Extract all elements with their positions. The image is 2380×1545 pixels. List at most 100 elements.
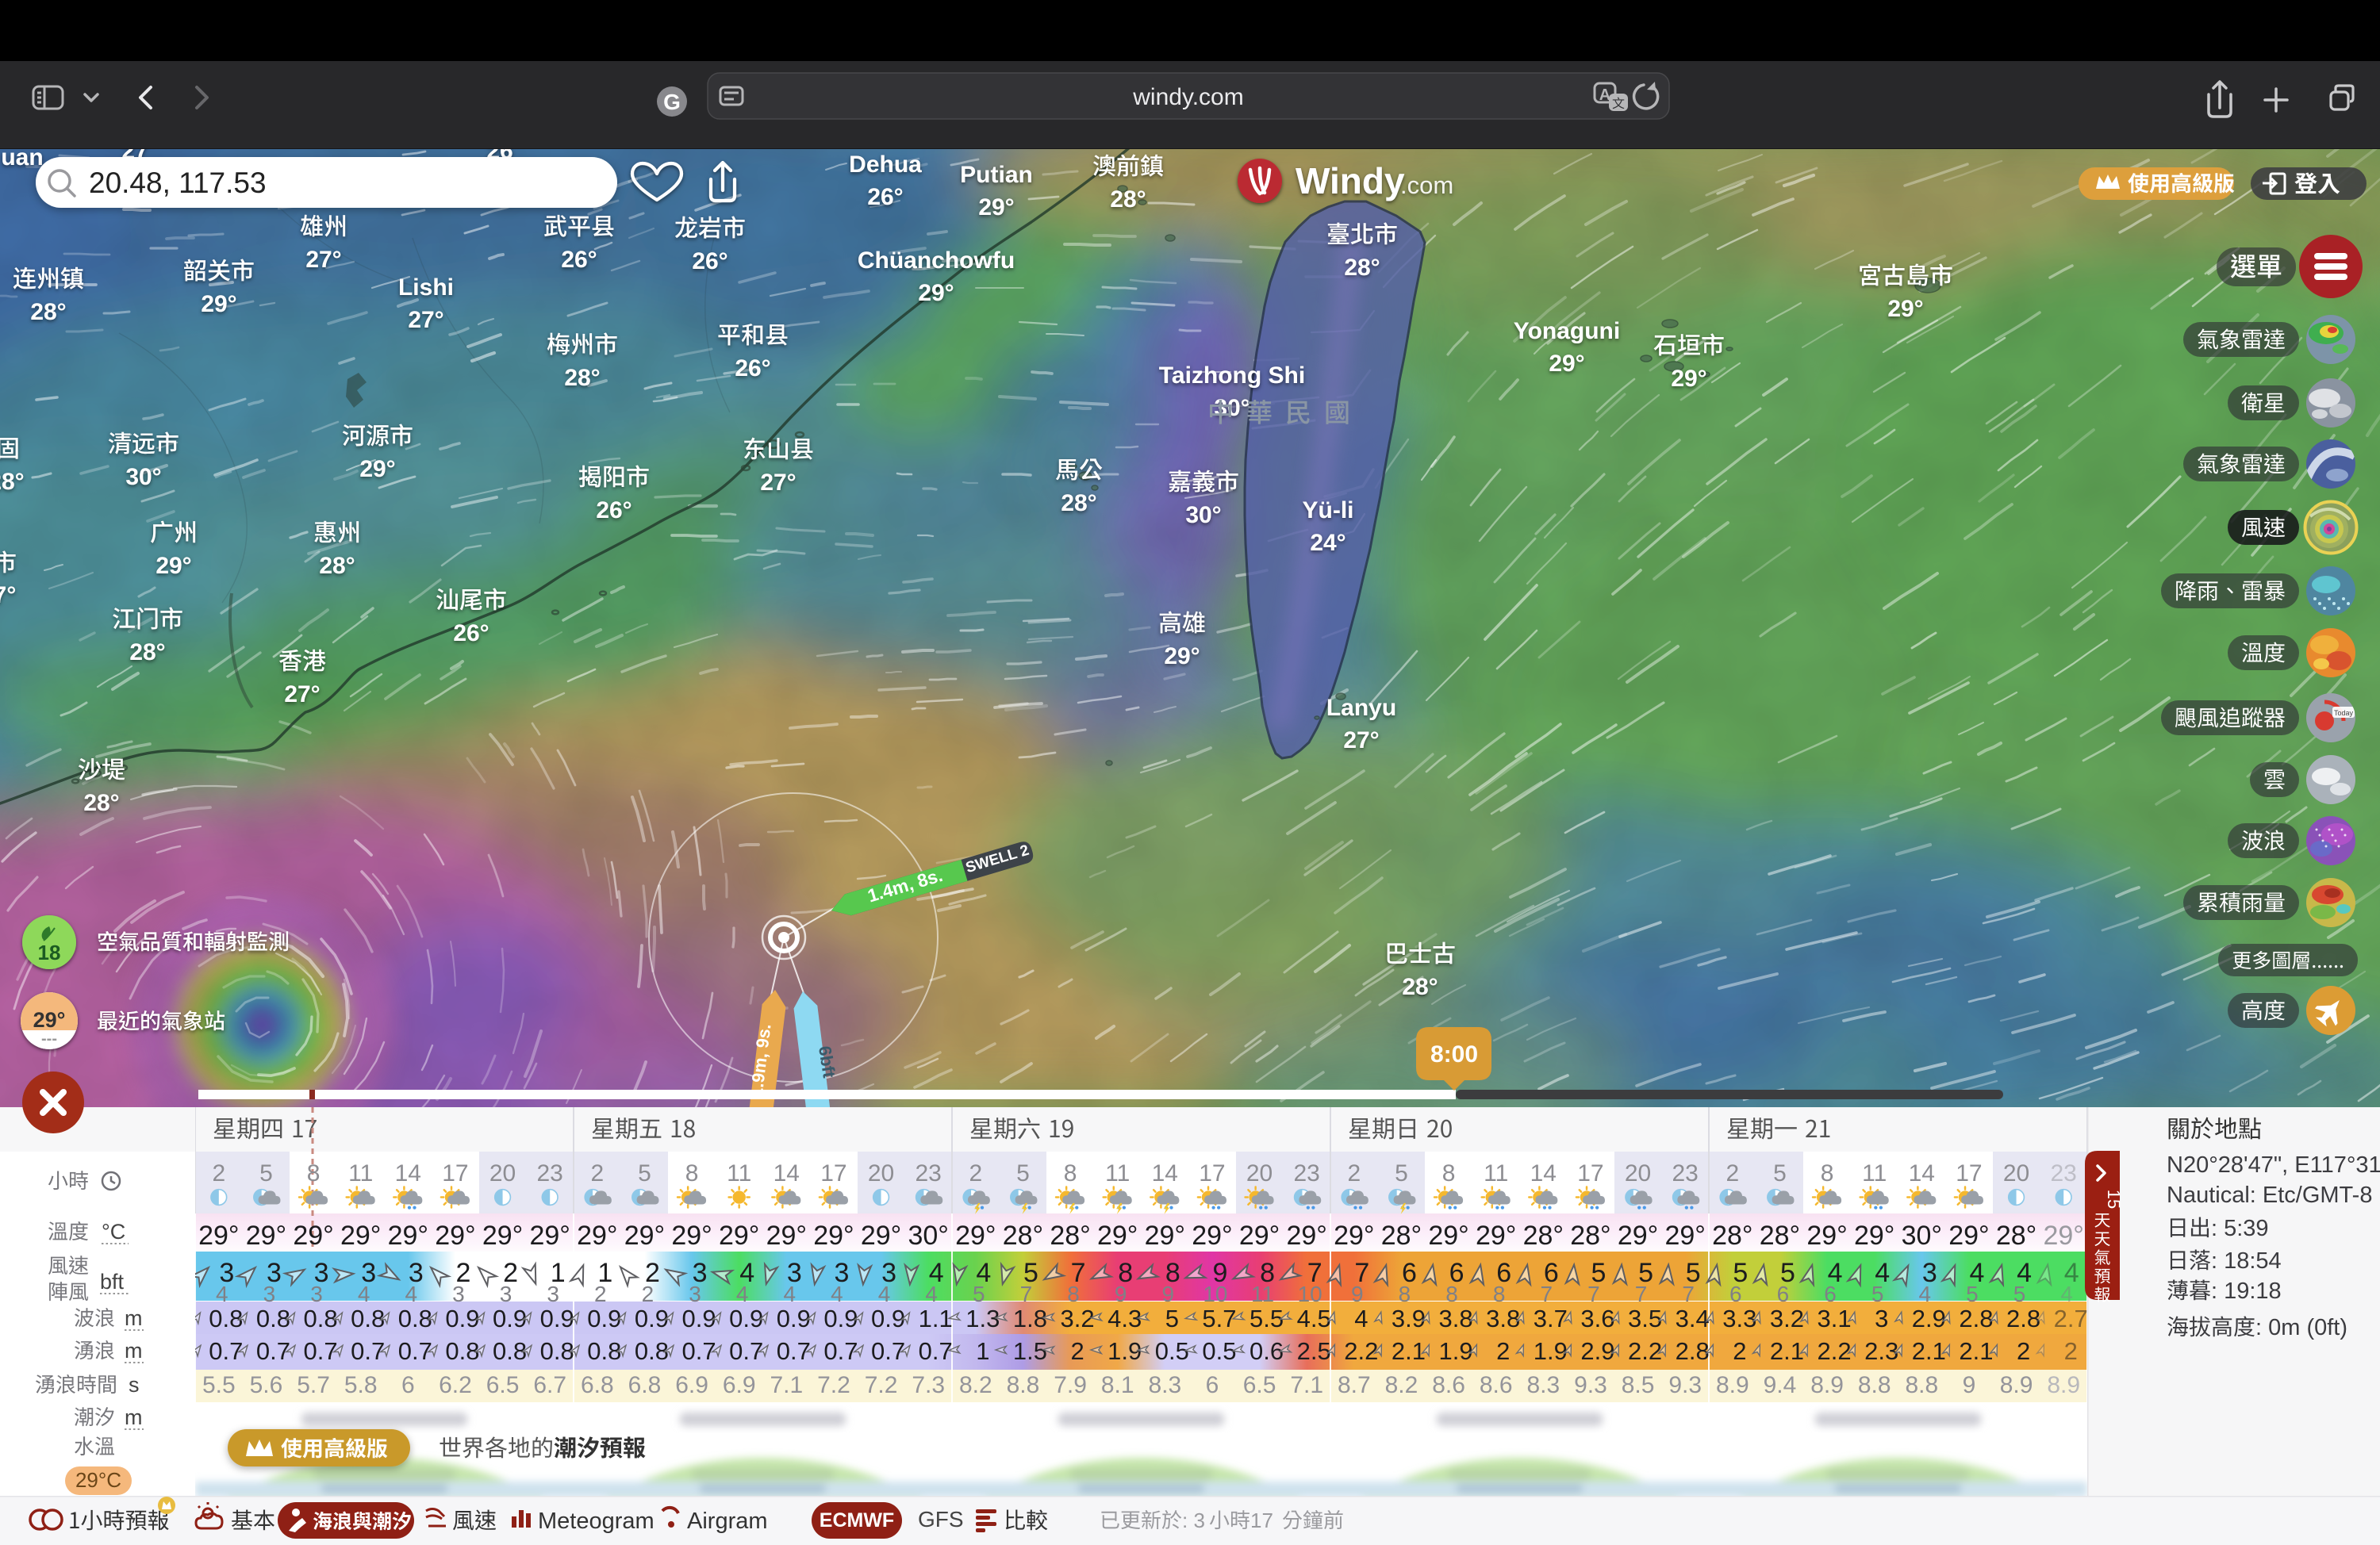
svg-text:7: 7: [1020, 1282, 1033, 1306]
svg-text:29°: 29°: [1806, 1221, 1847, 1251]
svg-text:1.9: 1.9: [1439, 1337, 1473, 1365]
svg-text:0.7: 0.7: [209, 1337, 243, 1365]
svg-text:29°: 29°: [1192, 1221, 1232, 1251]
svg-text:8.2: 8.2: [1385, 1372, 1418, 1398]
svg-text:1.3: 1.3: [965, 1305, 1000, 1332]
svg-text:26°: 26°: [692, 248, 727, 274]
svg-text:bft: bft: [100, 1270, 125, 1294]
svg-text:2: 2: [212, 1160, 225, 1187]
svg-text:4.3: 4.3: [1107, 1305, 1142, 1332]
svg-text:Dehua: Dehua: [849, 151, 922, 178]
svg-text:17: 17: [442, 1160, 468, 1187]
svg-text:m: m: [125, 1306, 143, 1330]
svg-text:17: 17: [1199, 1160, 1225, 1187]
svg-text:9: 9: [1162, 1282, 1175, 1306]
svg-text:8: 8: [1064, 1160, 1077, 1187]
svg-text:4: 4: [784, 1282, 797, 1306]
svg-text:Airgram: Airgram: [687, 1509, 768, 1534]
svg-text:6: 6: [1206, 1372, 1219, 1398]
svg-text:N20°28'47", E117°31'48": N20°28'47", E117°31'48": [2167, 1152, 2380, 1178]
svg-text:9.4: 9.4: [1764, 1372, 1797, 1398]
svg-text:0.9: 0.9: [445, 1305, 479, 1332]
svg-text:8.8: 8.8: [1905, 1372, 1938, 1398]
svg-text:29°: 29°: [1239, 1221, 1280, 1251]
svg-text:9: 9: [1115, 1282, 1127, 1306]
svg-text:15: 15: [2104, 1190, 2124, 1209]
svg-text:17: 17: [1956, 1160, 1982, 1187]
svg-text:5: 5: [259, 1160, 273, 1187]
svg-text:20: 20: [489, 1160, 516, 1187]
svg-text:2: 2: [1726, 1160, 1739, 1187]
svg-text:7: 7: [1541, 1282, 1553, 1306]
svg-text:8: 8: [1067, 1282, 1080, 1306]
svg-text:28°: 28°: [0, 469, 25, 495]
svg-text:2.8: 2.8: [1676, 1337, 1710, 1365]
svg-text:28°: 28°: [1570, 1221, 1610, 1251]
svg-text:5: 5: [1016, 1160, 1030, 1187]
svg-text:28°: 28°: [1381, 1221, 1422, 1251]
svg-text:28°: 28°: [1712, 1221, 1752, 1251]
svg-text:3: 3: [310, 1282, 323, 1306]
svg-text:29°: 29°: [861, 1221, 901, 1251]
svg-text:28°: 28°: [1523, 1221, 1564, 1251]
svg-text:6: 6: [401, 1372, 415, 1398]
svg-text:Yonaguni: Yonaguni: [1514, 318, 1620, 344]
svg-text:2: 2: [594, 1282, 607, 1306]
svg-text:.com: .com: [1400, 171, 1453, 199]
svg-text:Lanyu: Lanyu: [1326, 695, 1396, 721]
svg-text:8.9: 8.9: [2047, 1372, 2080, 1398]
svg-text:6.9: 6.9: [723, 1372, 756, 1398]
svg-text:2.1: 2.1: [1912, 1337, 1946, 1365]
svg-text:0.8: 0.8: [635, 1337, 669, 1365]
svg-text:4: 4: [831, 1282, 843, 1306]
svg-text:2.7: 2.7: [2054, 1305, 2088, 1332]
svg-text:29°: 29°: [1664, 1221, 1705, 1251]
svg-text:°C: °C: [102, 1220, 125, 1244]
svg-text:2.9: 2.9: [1580, 1337, 1614, 1365]
svg-text:8: 8: [1442, 1160, 1456, 1187]
svg-text:0.7: 0.7: [919, 1337, 953, 1365]
svg-text:8: 8: [1493, 1282, 1506, 1306]
svg-text:Nautical: Etc/GMT-8 (+0: Nautical: Etc/GMT-8 (+0: [2167, 1183, 2380, 1208]
svg-text:27°: 27°: [305, 247, 341, 273]
svg-text:29°: 29°: [719, 1221, 759, 1251]
svg-text:29°: 29°: [388, 1221, 428, 1251]
svg-text:28°: 28°: [1003, 1221, 1043, 1251]
svg-text:3: 3: [689, 1282, 701, 1306]
svg-text:0.8: 0.8: [398, 1305, 432, 1332]
svg-text:4: 4: [358, 1282, 370, 1306]
svg-text:1.9: 1.9: [1534, 1337, 1568, 1365]
svg-text:14: 14: [1152, 1160, 1178, 1187]
svg-text:m: m: [125, 1405, 143, 1429]
svg-text:0.7: 0.7: [871, 1337, 905, 1365]
svg-text:30°: 30°: [125, 464, 161, 490]
svg-text:29°: 29°: [340, 1221, 381, 1251]
svg-text:29°: 29°: [955, 1221, 996, 1251]
svg-text:0.6: 0.6: [1250, 1337, 1284, 1365]
svg-text:28°: 28°: [30, 299, 66, 325]
svg-text:3: 3: [1875, 1305, 1888, 1332]
svg-text:30°: 30°: [1185, 502, 1221, 528]
svg-text:28°: 28°: [1760, 1221, 1800, 1251]
svg-text:0.9: 0.9: [729, 1305, 763, 1332]
svg-text:2.1: 2.1: [1959, 1337, 1993, 1365]
svg-text:0.8: 0.8: [493, 1337, 527, 1365]
svg-text:3.7: 3.7: [1534, 1305, 1568, 1332]
svg-text:8.6: 8.6: [1480, 1372, 1513, 1398]
svg-text:7: 7: [1587, 1282, 1600, 1306]
svg-text:6.9: 6.9: [675, 1372, 708, 1398]
svg-text:3: 3: [500, 1282, 512, 1306]
svg-text:0.9: 0.9: [823, 1305, 858, 1332]
svg-text:7.9: 7.9: [1054, 1372, 1087, 1398]
svg-text:0.9: 0.9: [493, 1305, 527, 1332]
svg-text:9: 9: [1963, 1372, 1976, 1398]
svg-text:29°: 29°: [2043, 1221, 2083, 1251]
svg-text:30°: 30°: [1902, 1221, 1942, 1251]
svg-text:5.5: 5.5: [1250, 1305, 1284, 1332]
svg-text:3: 3: [547, 1282, 559, 1306]
svg-text:29°: 29°: [766, 1221, 807, 1251]
svg-text:2.1: 2.1: [1392, 1337, 1426, 1365]
svg-text:2.2: 2.2: [1818, 1337, 1852, 1365]
svg-text:6.5: 6.5: [486, 1372, 520, 1398]
svg-text:17: 17: [1250, 1509, 1273, 1532]
